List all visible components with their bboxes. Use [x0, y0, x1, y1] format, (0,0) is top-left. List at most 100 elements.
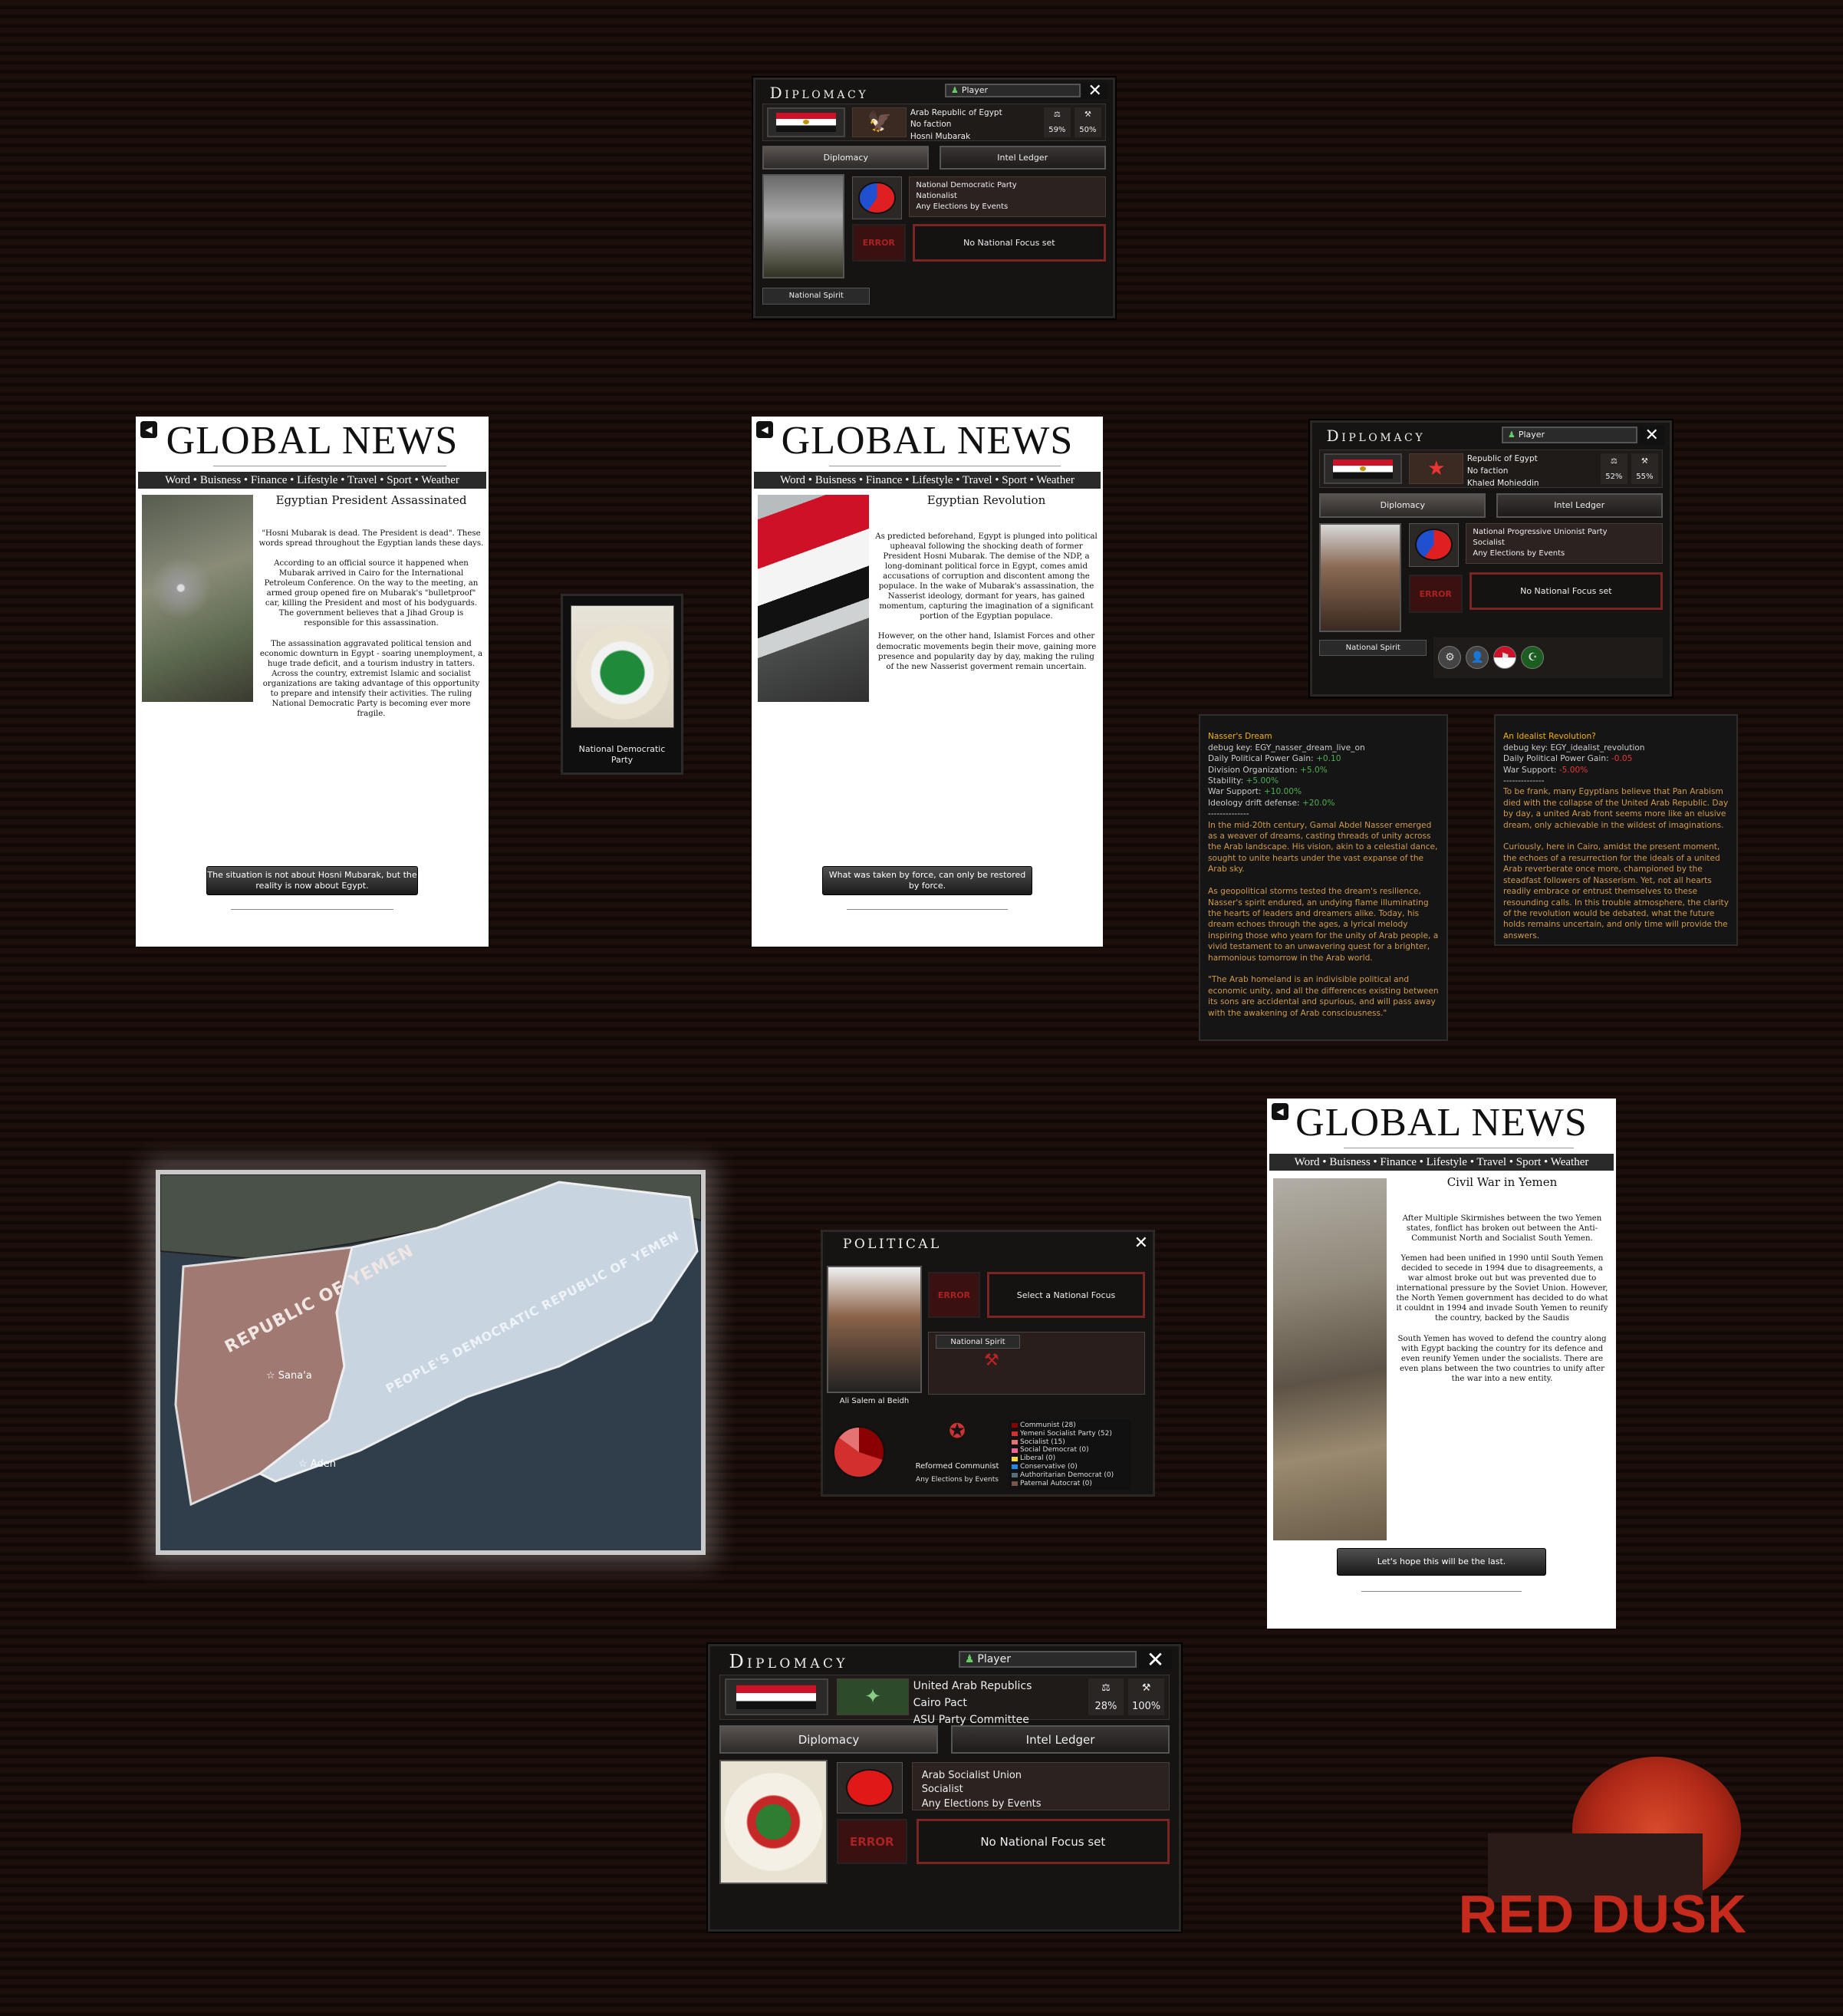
party-color-swatch	[1012, 1423, 1018, 1428]
country-row: ★ Republic of Egypt No faction Khaled Mo…	[1319, 450, 1663, 489]
spirit-flag-icon[interactable]: ⚑	[1493, 646, 1517, 670]
tooltip-pp-label: Daily Political Power Gain:	[1503, 754, 1611, 764]
news-option-button[interactable]: The situation is not about Hosni Mubarak…	[206, 866, 418, 895]
party-list-item[interactable]: Authoritarian Democrat (0)	[1012, 1471, 1128, 1480]
war-support-stat: ⚒ 50%	[1074, 107, 1102, 138]
news-event-yemen-civil-war: ◀ GLOBAL NEWS Word • Buisness • Finance …	[1267, 1099, 1616, 1629]
party-list-label: Conservative (0)	[1020, 1462, 1078, 1471]
party-list-item[interactable]: Conservative (0)	[1012, 1463, 1128, 1471]
tooltip-description: To be frank, many Egyptians believe that…	[1503, 787, 1729, 940]
tooltip-separator: --------------	[1503, 776, 1545, 786]
party-list-item[interactable]: Yemeni Socialist Party (52)	[1012, 1430, 1128, 1438]
national-focus-button[interactable]: No National Focus set	[916, 1819, 1170, 1865]
stability-stat: ⚖ 59%	[1043, 107, 1071, 138]
close-icon[interactable]: ✕	[1139, 1647, 1172, 1672]
tab-diplomacy[interactable]: Diplomacy	[719, 1725, 938, 1754]
party-popularity-pie[interactable]	[1408, 522, 1460, 567]
panel-title: Diplomacy	[1326, 427, 1426, 446]
national-focus-button[interactable]: No National Focus set	[913, 223, 1106, 262]
news-nav-bar: Word • Buisness • Finance • Lifestyle • …	[754, 472, 1101, 489]
party-list-item[interactable]: Social Democrat (0)	[1012, 1446, 1128, 1454]
spirit-crescent-icon[interactable]: ☪	[1521, 646, 1545, 670]
spirit-gear-icon[interactable]: ⚙	[1438, 646, 1462, 670]
focus-error-icon[interactable]: ERROR	[836, 1819, 907, 1865]
party-ideology: Reformed Communist	[915, 1462, 999, 1471]
news-nav-bar: Word • Buisness • Finance • Lifestyle • …	[1269, 1154, 1614, 1171]
tab-intel-ledger[interactable]: Intel Ledger	[1496, 493, 1663, 518]
news-headline: Egyptian President Assassinated	[275, 493, 467, 507]
faction-name: No faction	[1466, 466, 1509, 476]
ruling-party-box: National Democratic Party Nationalist An…	[909, 176, 1106, 217]
city-sanaa[interactable]: ☆ Sana'a	[266, 1370, 312, 1382]
party-list-item[interactable]: Socialist (15)	[1012, 1438, 1128, 1447]
national-spirit-label: National Spirit	[936, 1335, 1020, 1349]
war-icon: ⚒	[1141, 1682, 1151, 1694]
war-support-stat: ⚒ 100%	[1128, 1678, 1164, 1716]
city-aden[interactable]: ☆ Aden	[298, 1458, 336, 1470]
scales-icon: ⚖	[1053, 110, 1061, 119]
party-ideology: Socialist	[1473, 538, 1505, 547]
focus-error-icon[interactable]: ERROR	[928, 1272, 980, 1318]
country-row: 🦅 Arab Republic of Egypt No faction Hosn…	[762, 103, 1106, 142]
party-name: Arab Socialist Union	[921, 1770, 1022, 1782]
news-body: "Hosni Mubarak is dead. The President is…	[258, 529, 484, 718]
spirit-portrait-icon[interactable]: 👤	[1466, 646, 1489, 670]
leader-portrait	[762, 174, 845, 278]
leader-name: Hosni Mubarak	[910, 132, 971, 142]
country-flag	[766, 107, 846, 138]
party-popularity-pie[interactable]	[836, 1762, 903, 1813]
ruling-party-box: Arab Socialist Union Socialist Any Elect…	[911, 1762, 1170, 1810]
leader-name: Ali Salem al Beidh	[839, 1397, 910, 1405]
party-list-label: Social Democrat (0)	[1020, 1446, 1089, 1454]
tab-diplomacy[interactable]: Diplomacy	[1319, 493, 1486, 518]
party-ideology: Socialist	[921, 1784, 963, 1796]
war-icon: ⚒	[1084, 110, 1091, 119]
party-color-swatch	[1012, 1481, 1018, 1486]
tooltip-title: Nasser's Dream	[1208, 732, 1272, 742]
scales-icon: ⚖	[1610, 456, 1618, 466]
stability-stat: ⚖ 28%	[1088, 1678, 1124, 1716]
party-list-item[interactable]: Liberal (0)	[1012, 1454, 1128, 1463]
close-icon[interactable]: ✕	[1082, 81, 1108, 100]
uar-emblem-icon: ✦	[837, 1678, 909, 1716]
tooltip-nasser-dream: Nasser's Dream debug key: EGY_nasser_dre…	[1199, 714, 1448, 1041]
country-info: United Arab Republics Cairo Pact ASU Par…	[913, 1678, 1102, 1728]
focus-error-icon[interactable]: ERROR	[851, 223, 906, 262]
national-focus-button[interactable]: No National Focus set	[1469, 572, 1663, 611]
player-dropdown[interactable]: ♟ Player	[1501, 427, 1638, 443]
party-popularity-pie[interactable]	[851, 176, 903, 219]
party-list-item[interactable]: Paternal Autocrat (0)	[1012, 1480, 1128, 1488]
news-event-assassination: ◀ GLOBAL NEWS Word • Buisness • Finance …	[136, 417, 489, 947]
select-focus-button[interactable]: Select a National Focus	[987, 1272, 1145, 1318]
country-row: ✦ United Arab Republics Cairo Pact ASU P…	[719, 1674, 1170, 1726]
elections-text: Any Elections by Events	[916, 1476, 999, 1484]
news-masthead: GLOBAL NEWS	[781, 419, 1074, 463]
focus-error-icon[interactable]: ERROR	[1408, 575, 1463, 613]
country-name: Arab Republic of Egypt	[910, 107, 1002, 117]
news-option-button[interactable]: What was taken by force, can only be res…	[821, 866, 1033, 895]
tab-intel-ledger[interactable]: Intel Ledger	[951, 1725, 1170, 1754]
eagle-emblem-icon: 🦅	[852, 107, 907, 138]
country-info: Republic of Egypt No faction Khaled Mohi…	[1467, 453, 1611, 489]
player-dropdown[interactable]: ♟ Player	[958, 1650, 1137, 1668]
party-card[interactable]: National Democratic Party	[561, 594, 683, 775]
tooltip-war-label: War Support:	[1503, 765, 1559, 775]
panel-title: Diplomacy	[769, 83, 869, 102]
party-color-swatch	[1012, 1456, 1018, 1461]
party-list-label: Liberal (0)	[1020, 1454, 1056, 1463]
tab-intel-ledger[interactable]: Intel Ledger	[939, 146, 1106, 170]
party-pie-chart[interactable]	[832, 1425, 886, 1479]
faction-name: No faction	[910, 120, 952, 130]
player-dropdown[interactable]: ♟ Player	[944, 83, 1081, 98]
close-icon[interactable]: ✕	[1134, 1234, 1148, 1253]
news-footer-rule	[846, 909, 1009, 910]
yemen-map[interactable]: REPUBLIC OF YEMEN PEOPLE'S DEMOCRATIC RE…	[156, 1170, 706, 1555]
close-icon[interactable]: ✕	[1639, 426, 1665, 445]
logo-text: RED DUSK	[1458, 1884, 1748, 1944]
ruling-party-box: National Progressive Unionist Party Soci…	[1466, 522, 1663, 565]
tab-diplomacy[interactable]: Diplomacy	[762, 146, 930, 170]
party-list-item[interactable]: Communist (28)	[1012, 1421, 1128, 1430]
news-option-button[interactable]: Let's hope this will be the last.	[1337, 1548, 1546, 1576]
tooltip-title: An Idealist Revolution?	[1503, 732, 1596, 742]
hammer-icon[interactable]: ⚒	[984, 1351, 999, 1370]
